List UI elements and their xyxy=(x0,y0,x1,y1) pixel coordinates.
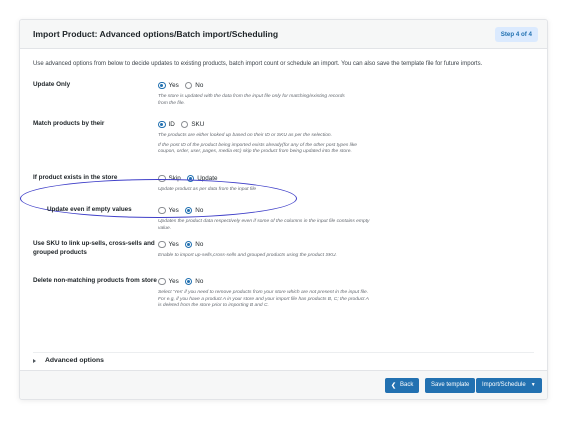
delete-nonmatching-control: Yes No Select 'Yes' if you need to remov… xyxy=(158,277,448,310)
delete-nonmatching-no-option[interactable]: No xyxy=(184,277,204,286)
delete-nonmatching-no-radio[interactable] xyxy=(184,277,193,286)
page-title: Import Product: Advanced options/Batch i… xyxy=(33,29,279,39)
delete-nonmatching-no-label: No xyxy=(195,278,204,285)
step-badge: Step 4 of 4 xyxy=(494,27,538,42)
match-products-label: Match products by their xyxy=(33,120,105,127)
back-button[interactable]: ❮ Back xyxy=(385,378,420,393)
caret-down-icon: ▼ xyxy=(530,382,536,388)
use-sku-yes-radio[interactable] xyxy=(158,240,166,249)
delete-nonmatching-yes-radio[interactable] xyxy=(158,277,166,286)
delete-nonmatching-help: Select 'Yes' if you need to remove produ… xyxy=(158,290,369,308)
update-only-yes-radio[interactable] xyxy=(158,81,166,90)
update-empty-no-label: No xyxy=(195,207,204,214)
update-empty-no-option[interactable]: No xyxy=(184,206,204,215)
update-empty-yes-option[interactable]: Yes xyxy=(158,206,179,215)
update-empty-no-radio[interactable] xyxy=(184,206,193,215)
footer-bar: ❮ Back Save template Import/Schedule ▼ xyxy=(20,370,547,399)
delete-nonmatching-label: Delete non-matching products from store xyxy=(33,277,157,284)
import-schedule-button[interactable]: Import/Schedule ▼ xyxy=(476,378,542,393)
match-products-id-radio[interactable] xyxy=(158,120,166,129)
update-only-yes-option[interactable]: Yes xyxy=(158,81,179,90)
match-products-control: ID SKU The products are either looked up… xyxy=(158,120,448,156)
intro-text: Use advanced options from below to decid… xyxy=(33,61,483,67)
update-empty-yes-radio[interactable] xyxy=(158,206,166,215)
back-label: Back xyxy=(400,382,414,388)
update-empty-yes-label: Yes xyxy=(168,207,179,214)
use-sku-no-label: No xyxy=(195,241,204,248)
save-template-label: Save template xyxy=(431,382,470,388)
card-header: Import Product: Advanced options/Batch i… xyxy=(20,20,547,49)
update-only-no-radio[interactable] xyxy=(184,81,193,90)
use-sku-yes-option[interactable]: Yes xyxy=(158,240,179,249)
match-products-help: The products are either looked up based … xyxy=(158,133,332,138)
match-products-sku-option[interactable]: SKU xyxy=(180,120,205,129)
expand-triangle-icon xyxy=(33,358,36,363)
save-template-button[interactable]: Save template xyxy=(425,378,476,393)
use-sku-control: Yes No Enable to import up-sells,cross-s… xyxy=(158,240,448,260)
use-sku-radio-group: Yes No xyxy=(158,240,448,249)
match-products-help-2: If the post ID of the product being impo… xyxy=(158,142,357,155)
update-only-radio-group: Yes No xyxy=(158,81,448,90)
delete-nonmatching-yes-option[interactable]: Yes xyxy=(158,277,179,286)
match-products-radio-group: ID SKU xyxy=(158,120,448,129)
use-sku-no-radio[interactable] xyxy=(184,240,193,249)
match-products-id-option[interactable]: ID xyxy=(158,120,175,129)
update-only-help: The store is updated with the data from … xyxy=(158,94,345,106)
match-products-sku-radio[interactable] xyxy=(180,120,189,129)
update-only-label: Update Only xyxy=(33,81,71,88)
update-only-control: Yes No The store is updated with the dat… xyxy=(158,81,448,107)
update-empty-control: Yes No Updates the product data respecti… xyxy=(158,206,448,232)
advanced-options-label: Advanced options xyxy=(45,357,104,364)
update-only-no-option[interactable]: No xyxy=(184,81,204,90)
divider xyxy=(33,352,534,353)
advanced-options-toggle[interactable]: Advanced options xyxy=(33,357,104,364)
match-products-sku-label: SKU xyxy=(191,121,205,128)
chevron-left-icon: ❮ xyxy=(391,382,397,389)
update-empty-radio-group: Yes No xyxy=(158,206,448,215)
use-sku-yes-label: Yes xyxy=(168,241,179,248)
import-schedule-label: Import/Schedule xyxy=(482,382,526,388)
use-sku-help: Enable to import up-sells,cross-sells an… xyxy=(158,253,337,258)
update-only-yes-label: Yes xyxy=(168,82,179,89)
update-empty-help: Updates the product data respectively ev… xyxy=(158,219,370,231)
update-only-no-label: No xyxy=(195,82,204,89)
match-products-id-label: ID xyxy=(168,121,175,128)
import-wizard-card: Import Product: Advanced options/Batch i… xyxy=(19,19,548,400)
delete-nonmatching-radio-group: Yes No xyxy=(158,277,448,286)
use-sku-no-option[interactable]: No xyxy=(184,240,204,249)
delete-nonmatching-yes-label: Yes xyxy=(168,278,179,285)
use-sku-label: Use SKU to link up-sells, cross-sells an… xyxy=(33,240,155,256)
